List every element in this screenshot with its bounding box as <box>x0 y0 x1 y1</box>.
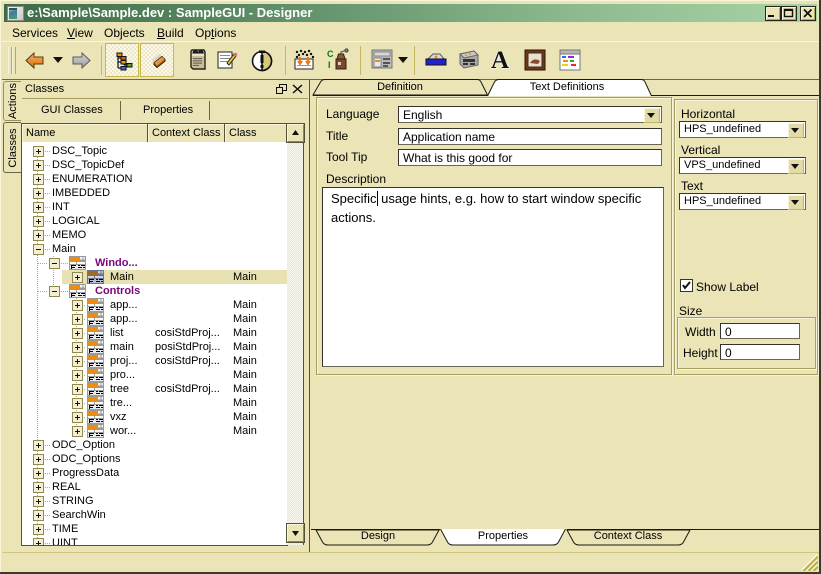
svg-text:C: C <box>327 49 334 59</box>
svg-text:I: I <box>328 60 331 70</box>
svg-text:A: A <box>491 47 509 72</box>
